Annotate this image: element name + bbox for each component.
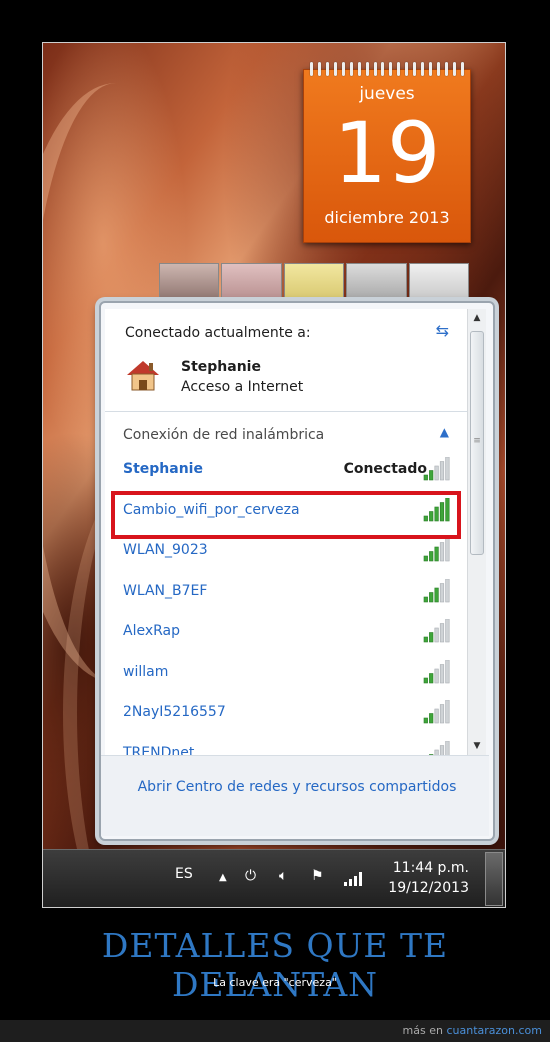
network-name: Stephanie (123, 461, 203, 477)
signal-bar (429, 591, 434, 602)
network-name: AlexRap (123, 623, 181, 639)
signal-bar (423, 636, 428, 643)
scroll-down-arrow-icon[interactable]: ▼ (468, 737, 486, 755)
network-row[interactable]: willam (105, 654, 467, 694)
signal-strength-icon (423, 578, 450, 602)
power-icon[interactable]: ⏻ (245, 868, 256, 884)
signal-bar (439, 744, 445, 755)
calendar-month-year: diciembre 2013 (324, 208, 450, 227)
gadget-thumbnails (159, 263, 471, 301)
signal-bar (423, 717, 428, 724)
screenshot-frame: jueves 19 diciembre 2013 Conectado actua… (42, 42, 506, 908)
network-name: TRENDnet (123, 744, 195, 756)
credit-link[interactable]: cuantarazon.com (446, 1024, 542, 1037)
language-indicator[interactable]: ES (175, 866, 193, 882)
signal-bar (434, 587, 439, 602)
signal-bar (423, 555, 428, 562)
show-desktop-button[interactable] (485, 852, 503, 906)
red-highlight-box (111, 491, 461, 539)
signal-bar (429, 632, 434, 643)
connected-header: Conectado actualmente a: (125, 325, 311, 341)
signal-bar (434, 708, 439, 724)
calendar-rings (310, 62, 464, 76)
network-name: WLAN_B7EF (123, 582, 208, 599)
signal-bar (445, 619, 450, 643)
signal-bar (439, 663, 445, 683)
scrollbar[interactable]: ▲ ≡ ▼ (467, 309, 486, 755)
chevron-up-icon[interactable]: ▲ (440, 425, 449, 439)
network-flyout: Conectado actualmente a: ⇆ Stephanie Acc… (99, 301, 495, 841)
network-row[interactable]: 2NayI5216557 (105, 694, 467, 734)
system-clock[interactable]: 11:44 p.m. 19/12/2013 (383, 858, 469, 898)
signal-bar (423, 677, 428, 683)
signal-bar (439, 461, 445, 481)
signal-bar (439, 704, 445, 724)
signal-strength-icon (429, 740, 450, 755)
signal-bars-icon[interactable] (343, 870, 365, 886)
current-network-name: Stephanie (181, 359, 261, 375)
signal-strength-icon (423, 619, 450, 643)
signal-bar (445, 578, 450, 602)
divider (105, 411, 467, 412)
grip-icon: ≡ (473, 436, 481, 446)
calendar-gadget[interactable]: jueves 19 diciembre 2013 (303, 62, 471, 243)
show-hidden-icons-icon[interactable]: ▲ (219, 872, 227, 883)
network-list-panel: Conectado actualmente a: ⇆ Stephanie Acc… (105, 309, 467, 755)
current-network-status: Acceso a Internet (181, 379, 304, 395)
signal-bar (445, 740, 450, 755)
network-row[interactable]: Stephanie Conectado (105, 451, 467, 491)
network-row[interactable]: AlexRap (105, 613, 467, 653)
section-title: Conexión de red inalámbrica (123, 427, 325, 443)
signal-bar (439, 542, 445, 562)
signal-bar (434, 668, 439, 683)
bottom-bar: más en cuantarazon.com (0, 1020, 550, 1042)
credit-prefix: más en (402, 1024, 443, 1037)
scroll-thumb[interactable]: ≡ (470, 331, 484, 555)
signal-bar (434, 546, 439, 562)
network-row[interactable]: TRENDnet (105, 735, 467, 756)
signal-bar (429, 551, 434, 562)
caption-title: DETALLES QUE TE DELANTAN (101, 926, 449, 1004)
signal-bar (434, 465, 439, 481)
flag-icon[interactable]: ⚑ (311, 868, 324, 884)
clock-date: 19/12/2013 (388, 880, 469, 896)
credit: más en cuantarazon.com (403, 1024, 542, 1037)
signal-strength-icon (423, 457, 450, 481)
house-icon (127, 361, 159, 391)
caption-subtitle: La clave era "cerveza" (213, 976, 337, 989)
signal-bar (429, 672, 434, 683)
network-name: 2NayI5216557 (123, 704, 226, 720)
clock-time: 11:44 p.m. (392, 860, 469, 876)
network-name: WLAN_9023 (123, 542, 208, 558)
calendar-weekday: jueves (359, 84, 415, 104)
signal-bar (429, 470, 434, 481)
speaker-icon[interactable]: 🔈︎ (279, 868, 287, 884)
taskbar: ES ▲ ⏻ 🔈︎ ⚑ 11:44 p.m. 19/12/2013 (43, 849, 505, 907)
signal-bar (439, 582, 445, 602)
signal-bar (445, 659, 450, 683)
calendar-day-number: 19 (333, 104, 441, 202)
scroll-up-arrow-icon[interactable]: ▲ (468, 309, 486, 327)
signal-bar (429, 713, 434, 724)
signal-bar (445, 538, 450, 562)
refresh-icon[interactable]: ⇆ (436, 321, 449, 340)
signal-bar (445, 700, 450, 724)
signal-bar (445, 457, 450, 481)
network-status: Conectado (343, 461, 427, 477)
signal-bar (423, 474, 428, 481)
network-row[interactable]: WLAN_B7EF (105, 573, 467, 613)
network-name: willam (123, 663, 169, 680)
open-network-center-link[interactable]: Abrir Centro de redes y recursos compart… (101, 779, 493, 795)
signal-bar (423, 596, 428, 602)
signal-bar (439, 623, 445, 643)
signal-bar (434, 627, 439, 643)
signal-strength-icon (423, 700, 450, 724)
flyout-footer (101, 755, 489, 836)
signal-strength-icon (423, 659, 450, 683)
signal-strength-icon (423, 538, 450, 562)
